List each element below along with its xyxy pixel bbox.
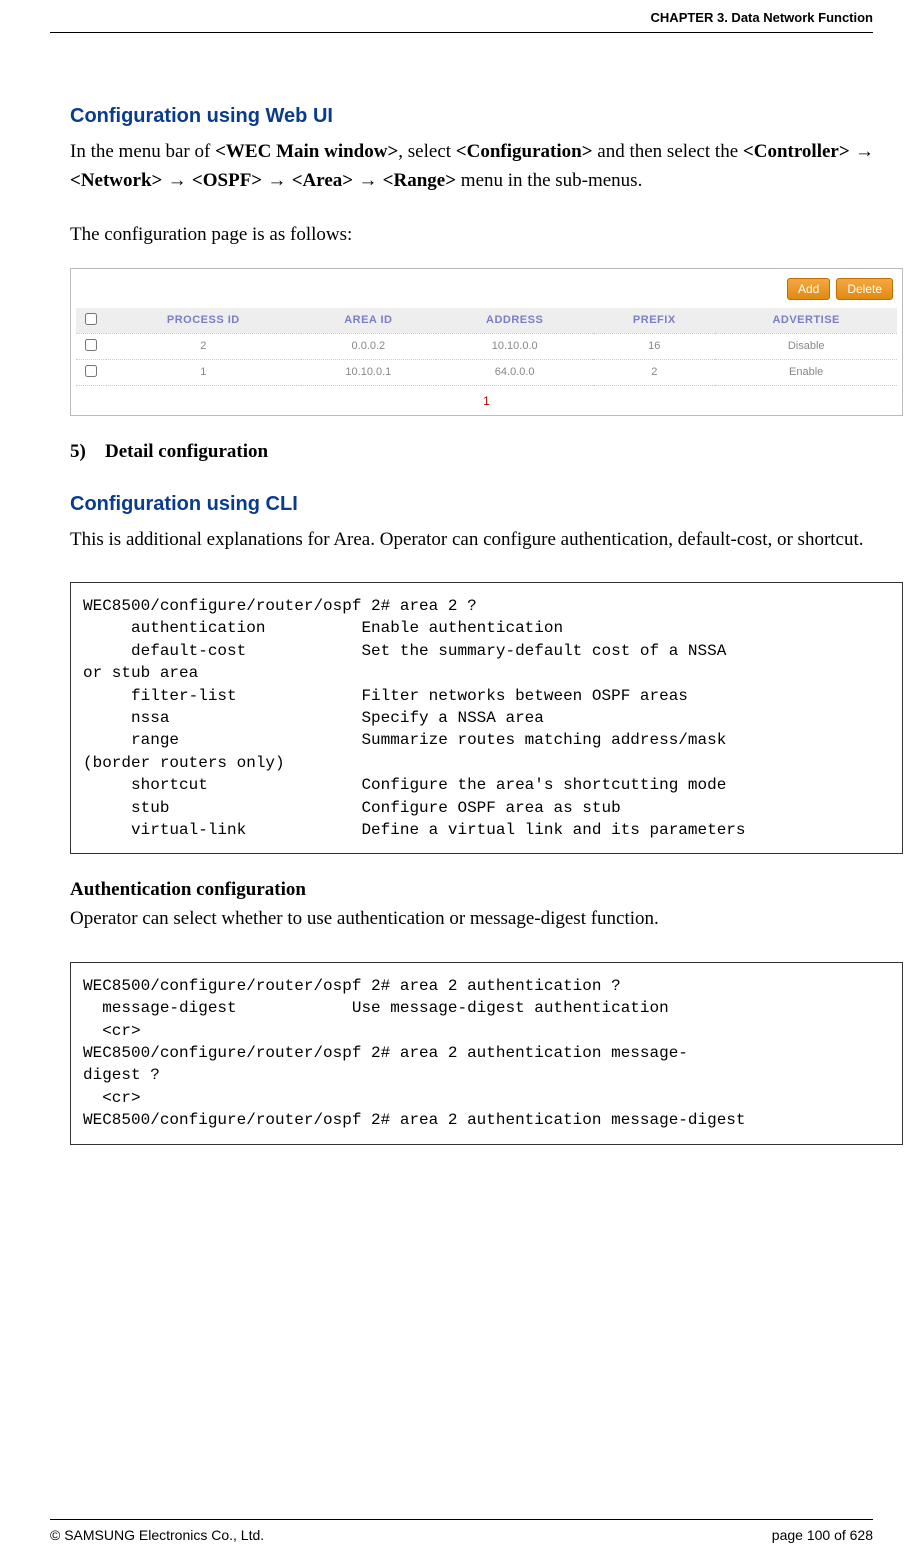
auth-config-heading: Authentication configuration xyxy=(70,879,903,901)
bold: <Range> xyxy=(383,170,456,191)
section-title-cli: Configuration using CLI xyxy=(70,493,903,516)
text: and then select the xyxy=(593,141,743,162)
webui-paragraph-2: The configuration page is as follows: xyxy=(70,221,903,250)
heading-number: 5) xyxy=(70,441,105,463)
header-rule xyxy=(50,32,873,33)
table-row: 2 0.0.0.2 10.10.0.0 16 Disable xyxy=(76,333,897,359)
col-area-id: AREA ID xyxy=(301,308,437,334)
arrow-icon: → xyxy=(262,170,292,191)
footer-page: page 100 of 628 xyxy=(772,1527,873,1543)
footer-copyright: © SAMSUNG Electronics Co., Ltd. xyxy=(50,1527,264,1543)
table-header-row: PROCESS ID AREA ID ADDRESS PREFIX ADVERT… xyxy=(76,308,897,334)
webui-paragraph-1: In the menu bar of <WEC Main window>, se… xyxy=(70,138,903,195)
main-content: Configuration using Web UI In the menu b… xyxy=(70,105,903,1170)
row-select-cell xyxy=(76,333,106,359)
range-table-figure: Add Delete PROCESS ID AREA ID ADDRESS PR… xyxy=(70,268,903,416)
pagination[interactable]: 1 xyxy=(76,386,897,410)
range-data-table: PROCESS ID AREA ID ADDRESS PREFIX ADVERT… xyxy=(76,308,897,386)
col-advertise: ADVERTISE xyxy=(715,308,897,334)
text: menu in the sub-menus. xyxy=(456,170,642,191)
cell-area-id: 10.10.0.1 xyxy=(301,359,437,385)
section-title-webui: Configuration using Web UI xyxy=(70,105,903,128)
detail-config-heading: 5)Detail configuration xyxy=(70,441,903,463)
cell-area-id: 0.0.0.2 xyxy=(301,333,437,359)
cell-process-id: 1 xyxy=(106,359,301,385)
bold: <Network> xyxy=(70,170,162,191)
text: In the menu bar of xyxy=(70,141,215,162)
table-row: 1 10.10.0.1 64.0.0.0 2 Enable xyxy=(76,359,897,385)
text: , select xyxy=(398,141,456,162)
bold: <OSPF> xyxy=(192,170,262,191)
arrow-icon: → xyxy=(162,170,192,191)
delete-button[interactable]: Delete xyxy=(836,278,893,300)
row-checkbox[interactable] xyxy=(85,339,97,351)
arrow-icon: → xyxy=(850,141,874,162)
cell-address: 64.0.0.0 xyxy=(436,359,593,385)
select-all-checkbox[interactable] xyxy=(85,313,97,325)
cell-advertise: Enable xyxy=(715,359,897,385)
cli-paragraph: This is additional explanations for Area… xyxy=(70,526,903,555)
col-address: ADDRESS xyxy=(436,308,593,334)
bold: <WEC Main window> xyxy=(215,141,398,162)
cell-prefix: 2 xyxy=(593,359,715,385)
auth-paragraph: Operator can select whether to use authe… xyxy=(70,905,903,934)
heading-text: Detail configuration xyxy=(105,441,268,462)
cell-prefix: 16 xyxy=(593,333,715,359)
cell-address: 10.10.0.0 xyxy=(436,333,593,359)
select-all-header xyxy=(76,308,106,334)
col-prefix: PREFIX xyxy=(593,308,715,334)
bold: <Configuration> xyxy=(456,141,593,162)
row-checkbox[interactable] xyxy=(85,365,97,377)
table-toolbar: Add Delete xyxy=(76,274,897,308)
bold: <Controller> xyxy=(743,141,850,162)
cell-process-id: 2 xyxy=(106,333,301,359)
bold: <Area> xyxy=(292,170,353,191)
chapter-header: CHAPTER 3. Data Network Function xyxy=(651,10,873,25)
col-process-id: PROCESS ID xyxy=(106,308,301,334)
footer-rule xyxy=(50,1519,873,1520)
arrow-icon: → xyxy=(353,170,383,191)
cell-advertise: Disable xyxy=(715,333,897,359)
cli-code-block-1: WEC8500/configure/router/ospf 2# area 2 … xyxy=(70,582,903,854)
row-select-cell xyxy=(76,359,106,385)
cli-code-block-2: WEC8500/configure/router/ospf 2# area 2 … xyxy=(70,962,903,1145)
add-button[interactable]: Add xyxy=(787,278,830,300)
